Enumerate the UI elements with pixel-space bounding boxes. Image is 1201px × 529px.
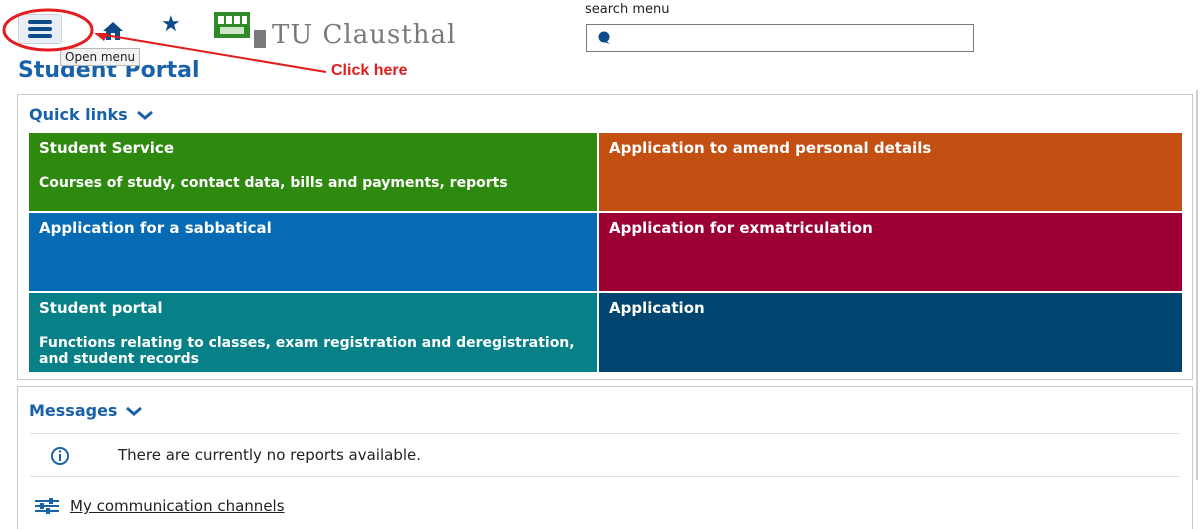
tile-description: Functions relating to classes, exam regi… [39, 335, 575, 367]
logo-text: TU Clausthal [272, 20, 457, 50]
quick-links-title: Quick links [29, 105, 128, 124]
tile-title: Application to amend personal details [609, 139, 932, 157]
tile-title: Student portal [39, 299, 163, 317]
open-menu-button[interactable] [18, 14, 62, 44]
messages-header[interactable]: Messages [29, 401, 143, 420]
tile-application[interactable]: Application [599, 293, 1182, 372]
menu-tooltip: Open menu [60, 48, 141, 66]
search-bubble-icon [598, 31, 610, 44]
tile-student-portal[interactable]: Student portal Functions relating to cla… [29, 293, 597, 372]
tile-title: Application [609, 299, 705, 317]
sliders-icon [35, 498, 59, 514]
chevron-down-icon [136, 110, 153, 120]
search-label: search menu [585, 2, 670, 17]
annotation-label: Click here [331, 62, 408, 79]
no-reports-text: There are currently no reports available… [118, 446, 422, 464]
communication-channels-label: My communication channels [70, 497, 285, 515]
messages-empty-notice: There are currently no reports available… [30, 433, 1180, 477]
quick-links-panel: Quick links Student Service Courses of s… [17, 94, 1193, 380]
messages-panel: Messages There are currently no reports … [17, 386, 1193, 529]
tile-title: Application for exmatriculation [609, 219, 873, 237]
tu-clausthal-logo[interactable]: TU Clausthal [212, 10, 456, 50]
home-icon[interactable] [102, 21, 124, 45]
quick-links-header[interactable]: Quick links [29, 105, 154, 124]
search-input[interactable] [586, 24, 974, 52]
tile-student-service[interactable]: Student Service Courses of study, contac… [29, 133, 597, 211]
tile-description: Courses of study, contact data, bills an… [39, 175, 508, 191]
tile-title: Application for a sabbatical [39, 219, 272, 237]
scrollbar-edge [1196, 90, 1198, 480]
messages-title: Messages [29, 401, 118, 420]
top-bar: ★ TU Clausthal search menu [0, 0, 1201, 58]
tile-title: Student Service [39, 139, 174, 157]
star-icon[interactable]: ★ [161, 14, 181, 36]
logo-emblem-icon [212, 10, 268, 50]
tile-exmatriculation[interactable]: Application for exmatriculation [599, 213, 1182, 291]
tile-sabbatical[interactable]: Application for a sabbatical [29, 213, 597, 291]
tile-amend-personal-details[interactable]: Application to amend personal details [599, 133, 1182, 211]
info-icon [51, 447, 69, 465]
hamburger-menu-icon [28, 20, 52, 38]
communication-channels-link[interactable]: My communication channels [34, 497, 285, 515]
chevron-down-icon [126, 406, 143, 416]
